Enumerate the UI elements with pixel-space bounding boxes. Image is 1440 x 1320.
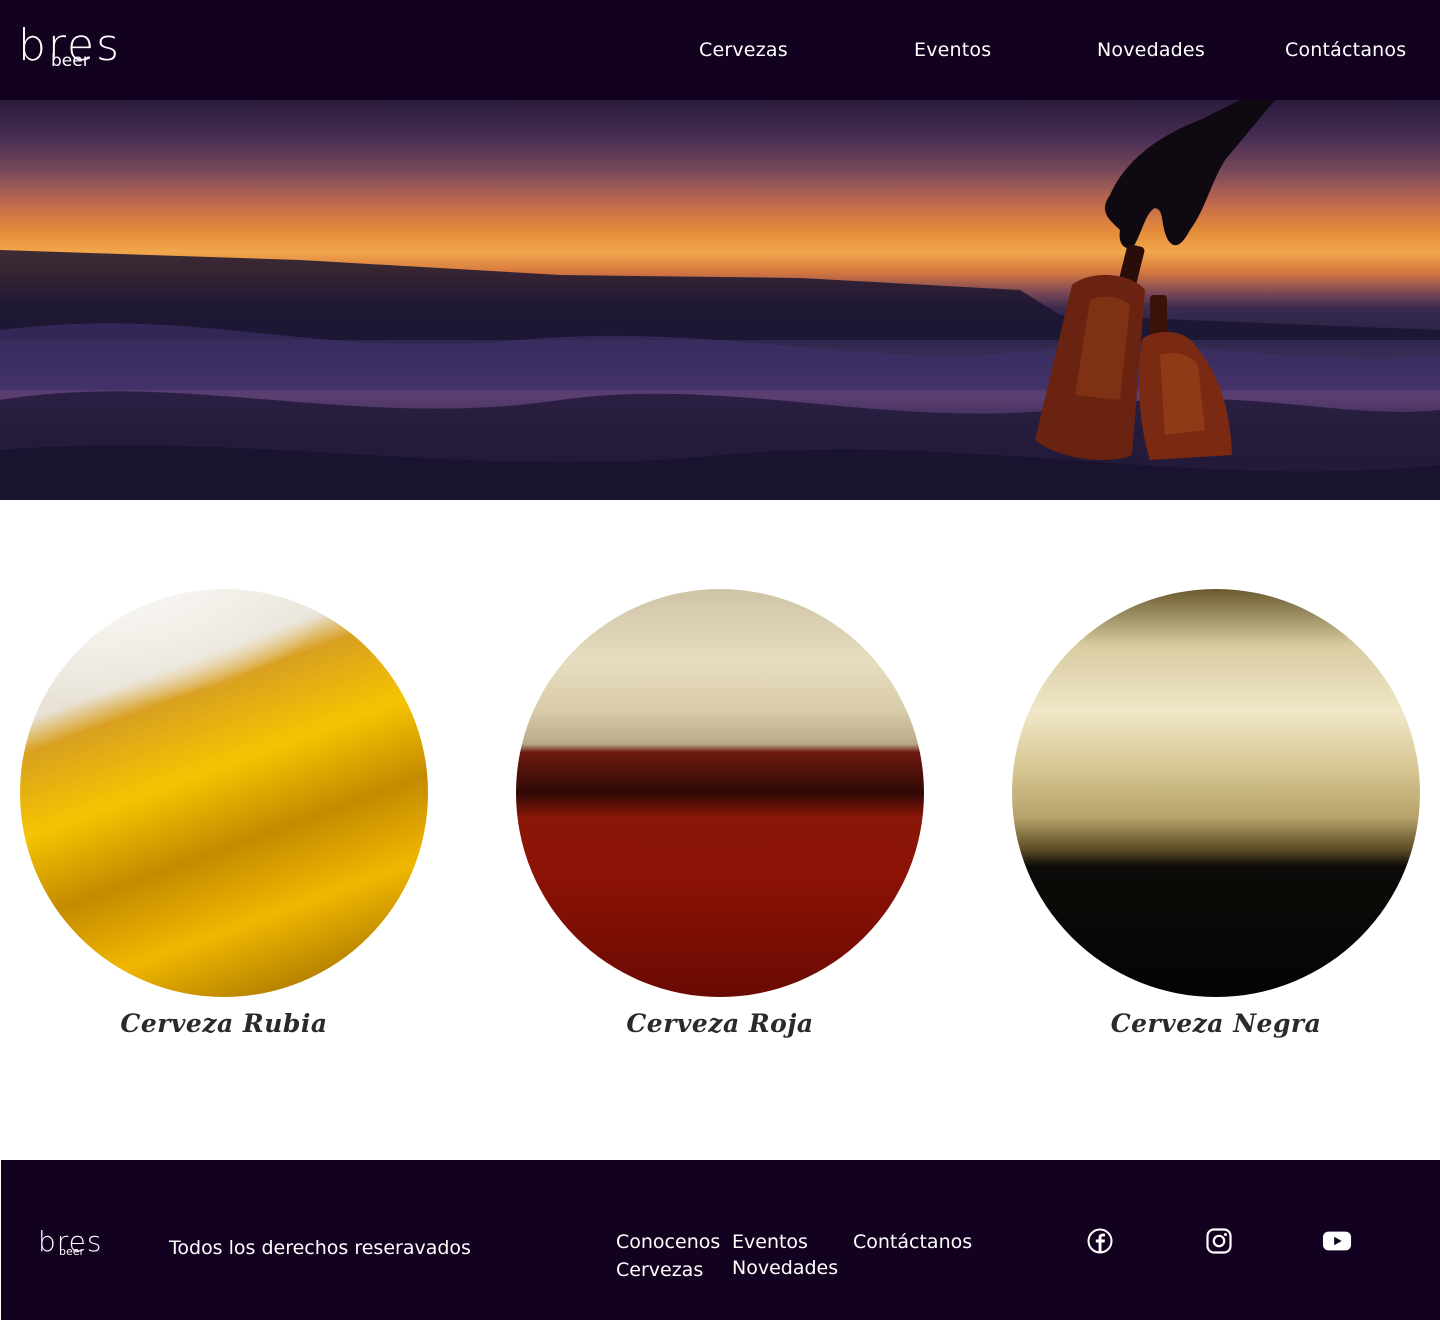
nav-link-novedades[interactable]: Novedades bbox=[1097, 39, 1205, 61]
hero-image bbox=[0, 100, 1440, 500]
beer-card-rubia[interactable]: Cerveza Rubia bbox=[20, 589, 428, 1059]
beer-image-roja[interactable] bbox=[516, 589, 924, 997]
footer-logo[interactable]: bres beer bbox=[38, 1226, 134, 1262]
footer-link-cervezas[interactable]: Cervezas bbox=[616, 1259, 703, 1281]
beer-name-negra: Cerveza Negra bbox=[1110, 1009, 1322, 1038]
beer-image-negra[interactable] bbox=[1012, 589, 1420, 997]
footer-link-contactanos[interactable]: Contáctanos bbox=[853, 1231, 972, 1253]
footer-link-eventos[interactable]: Eventos bbox=[732, 1231, 808, 1253]
site-header: bres beer Cervezas Eventos Novedades Con… bbox=[0, 0, 1440, 100]
youtube-icon[interactable] bbox=[1322, 1226, 1352, 1256]
nav-link-contactanos[interactable]: Contáctanos bbox=[1285, 39, 1406, 61]
facebook-icon[interactable] bbox=[1085, 1226, 1115, 1256]
brand-logo[interactable]: bres beer bbox=[18, 22, 174, 74]
copyright-text: Todos los derechos reseravados bbox=[169, 1237, 471, 1259]
footer-logo-subword: beer bbox=[59, 1245, 85, 1258]
logo-subword: beer bbox=[51, 51, 90, 71]
beer-image-rubia[interactable] bbox=[20, 589, 428, 997]
footer-link-novedades[interactable]: Novedades bbox=[732, 1257, 838, 1279]
nav-link-cervezas[interactable]: Cervezas bbox=[699, 39, 788, 61]
nav-link-eventos[interactable]: Eventos bbox=[914, 39, 991, 61]
footer-link-conocenos[interactable]: Conocenos bbox=[616, 1231, 720, 1253]
beer-name-rubia: Cerveza Rubia bbox=[120, 1009, 328, 1038]
beer-card-negra[interactable]: Cerveza Negra bbox=[1012, 589, 1420, 1059]
hero-banner bbox=[0, 100, 1440, 500]
beer-card-roja[interactable]: Cerveza Roja bbox=[516, 589, 924, 1059]
site-footer: bres beer Todos los derechos reseravados… bbox=[1, 1160, 1440, 1320]
instagram-icon[interactable] bbox=[1204, 1226, 1234, 1256]
beer-name-roja: Cerveza Roja bbox=[626, 1009, 814, 1038]
